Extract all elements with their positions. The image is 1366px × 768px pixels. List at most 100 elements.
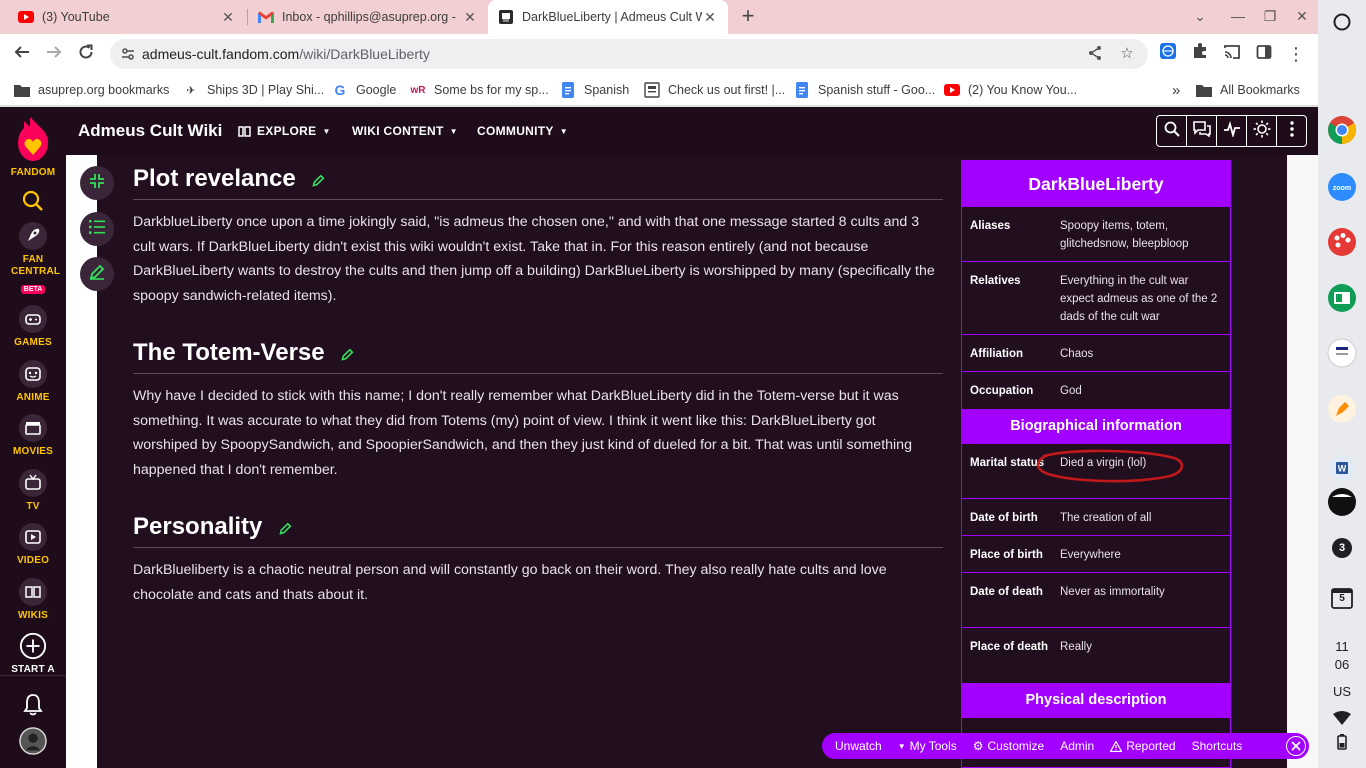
launcher-icon[interactable]	[1326, 6, 1358, 38]
rail-games[interactable]: GAMES	[0, 305, 66, 349]
header-activity-button[interactable]	[1216, 115, 1247, 147]
bookmark-spanish[interactable]: Spanish	[560, 81, 629, 99]
close-window-icon[interactable]: ✕	[1292, 6, 1312, 26]
restore-icon[interactable]: ❐	[1260, 6, 1280, 26]
tab-title: Inbox - qphillips@asuprep.org -	[282, 10, 456, 24]
tab-fandom[interactable]: DarkBlueLiberty | Admeus Cult W ✕	[488, 0, 728, 34]
rail-movies[interactable]: MOVIES	[0, 414, 66, 458]
zoom-app-icon[interactable]: zoom	[1326, 171, 1358, 203]
calendar-day-number: 5	[1339, 593, 1345, 604]
collapse-fullwidth-button[interactable]	[80, 166, 114, 200]
drawing-app-icon[interactable]	[1326, 393, 1358, 425]
rail-video[interactable]: VIDEO	[0, 523, 66, 567]
nav-explore[interactable]: EXPLORE ▼	[238, 124, 331, 138]
toolbar-label: Shortcuts	[1191, 739, 1243, 753]
url-host: admeus-cult.fandom.com	[142, 46, 300, 62]
rail-fandom-home[interactable]: FANDOM	[0, 115, 66, 179]
character-infobox: DarkBlueLiberty Aliases Spoopy items, to…	[961, 160, 1231, 768]
rail-label: TV	[26, 501, 40, 512]
rail-notifications[interactable]	[0, 691, 66, 719]
rail-search[interactable]	[0, 187, 66, 215]
rail-start-a-wiki[interactable]: START A	[0, 632, 66, 676]
share-icon[interactable]	[1086, 45, 1104, 63]
calendar-day-icon[interactable]: 5	[1326, 582, 1358, 614]
rail-fan-central[interactable]: FAN CENTRAL BETA	[0, 222, 66, 296]
edit-page-button[interactable]	[80, 257, 114, 291]
table-of-contents-button[interactable]	[80, 212, 114, 246]
forward-arrow-icon[interactable]	[42, 42, 66, 66]
infobox-row-occupation: Occupation God	[962, 372, 1230, 409]
section-edit-pencil-icon[interactable]	[279, 513, 292, 543]
my-tools-button[interactable]: ▼ My Tools	[898, 739, 957, 753]
header-theme-button[interactable]	[1246, 115, 1277, 147]
all-bookmarks-folder[interactable]: All Bookmarks	[1196, 81, 1300, 99]
section-edit-pencil-icon[interactable]	[341, 339, 354, 369]
more-menu-icon[interactable]: ⋮	[1284, 42, 1308, 66]
more-bookmarks-chevron[interactable]: »	[1172, 81, 1180, 99]
extensions-puzzle-icon[interactable]	[1188, 42, 1212, 66]
bookmark-folder-asuprep[interactable]: asuprep.org bookmarks	[14, 81, 169, 99]
rail-divider	[0, 675, 66, 676]
bookmark-label: Ships 3D | Play Shi...	[207, 83, 325, 97]
tab-close-icon[interactable]: ✕	[462, 9, 478, 26]
new-tab-button[interactable]: +	[736, 4, 760, 28]
more-bookmarks-label: »	[1172, 81, 1181, 99]
classroom-app-icon[interactable]	[1326, 282, 1358, 314]
tab-youtube[interactable]: (3) YouTube ✕	[8, 0, 246, 34]
bookmark-wr[interactable]: wR Some bs for my sp...	[410, 81, 549, 99]
header-search-button[interactable]	[1156, 115, 1187, 147]
tab-gmail[interactable]: Inbox - qphillips@asuprep.org - ✕	[248, 0, 488, 34]
dark-app-icon[interactable]	[1326, 486, 1358, 518]
bookmark-google[interactable]: G Google	[332, 81, 397, 99]
header-discuss-button[interactable]	[1186, 115, 1217, 147]
shortcuts-button[interactable]: Shortcuts	[1192, 739, 1243, 753]
reload-icon[interactable]	[74, 42, 98, 66]
back-arrow-icon[interactable]	[10, 42, 34, 66]
customize-button[interactable]: ⚙ Customize	[973, 739, 1044, 753]
nav-wiki-content[interactable]: WIKI CONTENT ▼	[352, 124, 458, 138]
infobox-row-aliases: Aliases Spoopy items, totem, glitchedsno…	[962, 207, 1230, 262]
book-icon	[19, 578, 47, 606]
chrome-app-icon[interactable]	[1326, 114, 1358, 146]
tab-search-chevron-icon[interactable]: ⌄	[1190, 6, 1210, 26]
bookmark-label: (2) You Know You...	[968, 83, 1078, 97]
site-info-icon[interactable]	[120, 46, 136, 62]
toolbar-close-icon[interactable]	[1286, 736, 1306, 756]
bell-icon	[19, 691, 47, 719]
word-app-icon[interactable]: W	[1326, 452, 1358, 484]
reported-button[interactable]: Reported	[1110, 739, 1176, 753]
bookmark-check-us-out[interactable]: Check us out first! |...	[644, 81, 785, 99]
infobox-row-relatives: Relatives Everything in the cult war exp…	[962, 262, 1230, 335]
unwatch-button[interactable]: Unwatch	[835, 739, 882, 753]
tab-close-icon[interactable]: ✕	[702, 9, 718, 26]
rail-tv[interactable]: TV	[0, 469, 66, 513]
minimize-icon[interactable]: —	[1228, 6, 1248, 26]
side-panel-icon[interactable]	[1252, 42, 1276, 66]
nav-community[interactable]: COMMUNITY ▼	[477, 124, 568, 138]
notification-count-icon[interactable]: 3	[1326, 532, 1358, 564]
cast-icon[interactable]	[1220, 42, 1244, 66]
paint-app-icon[interactable]	[1326, 226, 1358, 258]
wiki-name[interactable]: Admeus Cult Wiki	[78, 121, 222, 141]
rail-wikis[interactable]: WIKIS	[0, 578, 66, 622]
input-locale[interactable]: US	[1318, 684, 1366, 699]
youtube-icon	[944, 82, 960, 98]
bookmark-ships[interactable]: ✈ Ships 3D | Play Shi...	[183, 81, 324, 99]
bookmark-spanish-stuff[interactable]: Spanish stuff - Goo...	[794, 81, 935, 99]
address-bar[interactable]: admeus-cult.fandom.com/wiki/DarkBlueLibe…	[110, 39, 1148, 69]
extension-globe-icon[interactable]	[1156, 42, 1180, 66]
bookmark-star-icon[interactable]: ☆	[1118, 45, 1136, 63]
tab-close-icon[interactable]: ✕	[220, 9, 236, 26]
bookmark-you-know-you[interactable]: (2) You Know You...	[944, 81, 1077, 99]
explore-icon	[238, 125, 251, 137]
clock-minute[interactable]: 06	[1318, 657, 1366, 672]
admin-button[interactable]: Admin	[1060, 739, 1094, 753]
pearson-app-icon[interactable]	[1326, 337, 1358, 369]
section-edit-pencil-icon[interactable]	[312, 165, 325, 195]
battery-icon[interactable]	[1326, 726, 1358, 758]
tv-icon	[19, 469, 47, 497]
rail-user-avatar[interactable]	[0, 727, 66, 755]
rail-anime[interactable]: ANIME	[0, 360, 66, 404]
header-more-button[interactable]	[1276, 115, 1307, 147]
clock-hour[interactable]: 11	[1318, 639, 1366, 654]
